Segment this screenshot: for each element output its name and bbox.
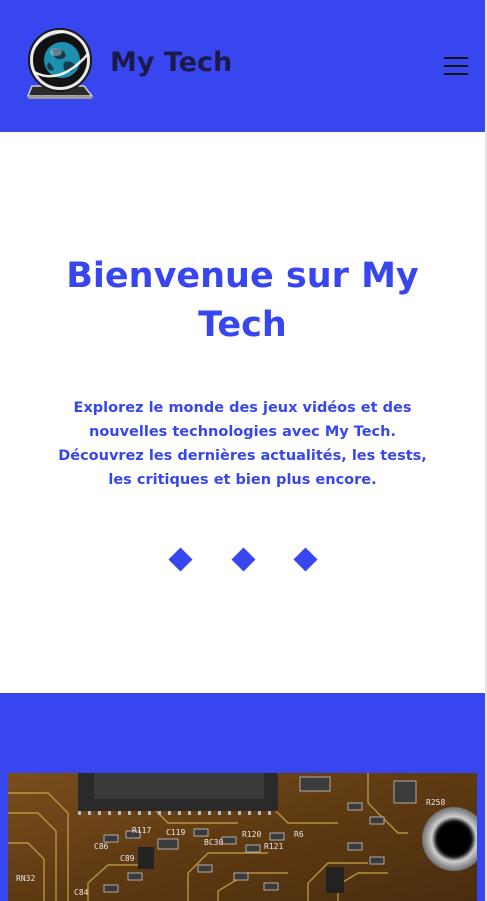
diamond-icon [231, 547, 256, 572]
board-label: R120 [242, 830, 261, 839]
board-label: R117 [132, 826, 151, 835]
diamond-icon [168, 547, 193, 572]
feature-section: RN32 C86 C89 R117 C119 BC30 R120 R121 R6… [0, 693, 485, 901]
board-label: R258 [426, 798, 445, 807]
board-label: C84 [74, 888, 89, 897]
page: My Tech Bienvenue sur My Tech Explorez l… [0, 0, 487, 901]
hero-description: Explorez le monde des jeux vidéos et des… [58, 400, 427, 488]
menu-bar [444, 73, 468, 75]
hero-section: Bienvenue sur My Tech Explorez le monde … [0, 132, 485, 693]
decor-diamonds [0, 547, 485, 572]
hamburger-menu-icon[interactable] [439, 52, 475, 80]
board-label: C86 [94, 842, 109, 851]
board-label: R121 [264, 842, 283, 851]
board-label: RN32 [16, 874, 35, 883]
menu-bar [444, 65, 468, 67]
hero-title: Bienvenue sur My Tech [66, 256, 419, 345]
board-label: C119 [166, 828, 185, 837]
globe-laptop-logo-icon[interactable] [24, 26, 96, 102]
menu-bar [444, 57, 468, 59]
site-header: My Tech [0, 0, 485, 132]
site-title[interactable]: My Tech [110, 44, 232, 82]
board-label: C89 [120, 854, 135, 863]
board-label: R6 [294, 830, 304, 839]
circuit-board-image: RN32 C86 C89 R117 C119 BC30 R120 R121 R6… [8, 773, 477, 901]
board-label: BC30 [204, 838, 223, 847]
diamond-icon [293, 547, 318, 572]
